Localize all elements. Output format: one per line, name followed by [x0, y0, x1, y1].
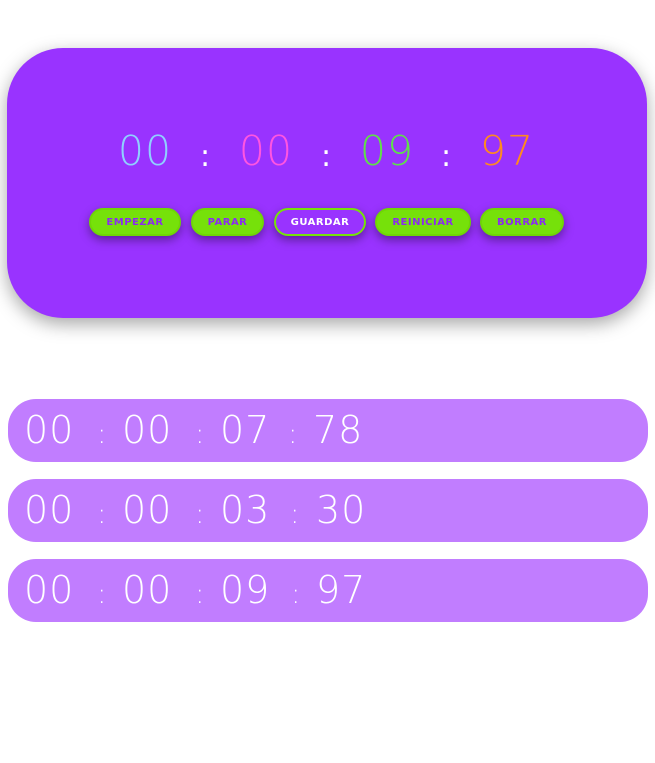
lap-minutes: 00 [122, 488, 173, 532]
lap-seconds: 03 [220, 488, 271, 532]
timer-display: 00 : 00 : 09 : 97 [7, 126, 647, 176]
clear-button[interactable]: BORRAR [480, 208, 564, 236]
timer-hours: 00 [117, 127, 173, 175]
start-button[interactable]: EMPEZAR [89, 208, 181, 236]
lap-centiseconds: 30 [316, 488, 367, 532]
lap-item: 00 : 00 : 07 : 78 [8, 399, 648, 462]
lap-centiseconds: 78 [313, 408, 364, 452]
timer-separator: : [440, 139, 452, 174]
timer-centiseconds: 97 [479, 127, 535, 175]
lap-separator: : [290, 497, 301, 530]
lap-seconds: 07 [220, 408, 271, 452]
lap-minutes: 00 [122, 568, 173, 612]
lap-hours: 00 [24, 488, 75, 532]
lap-separator: : [195, 577, 206, 610]
timer-separator: : [320, 139, 332, 174]
stopwatch-card: 00 : 00 : 09 : 97 EMPEZAR PARAR GUARDAR … [7, 48, 647, 318]
lap-item: 00 : 00 : 09 : 97 [8, 559, 648, 622]
stop-button[interactable]: PARAR [191, 208, 264, 236]
lap-centiseconds: 97 [316, 568, 367, 612]
lap-separator: : [97, 417, 108, 450]
lap-hours: 00 [24, 408, 75, 452]
lap-item: 00 : 00 : 03 : 30 [8, 479, 648, 542]
lap-hours: 00 [24, 568, 75, 612]
timer-separator: : [199, 139, 211, 174]
lap-separator: : [97, 497, 108, 530]
timer-minutes: 00 [238, 127, 294, 175]
lap-separator: : [195, 417, 206, 450]
lap-separator: : [195, 497, 206, 530]
lap-separator: : [288, 417, 299, 450]
lap-seconds: 09 [220, 568, 271, 612]
save-button[interactable]: GUARDAR [274, 208, 366, 236]
lap-minutes: 00 [122, 408, 173, 452]
lap-separator: : [291, 577, 302, 610]
reset-button[interactable]: REINICIAR [375, 208, 471, 236]
saved-laps-list: 00 : 00 : 07 : 78 00 : 00 : 03 : 30 00 :… [8, 399, 648, 639]
lap-separator: : [97, 577, 108, 610]
timer-seconds: 09 [359, 127, 415, 175]
control-buttons: EMPEZAR PARAR GUARDAR REINICIAR BORRAR [7, 208, 647, 240]
